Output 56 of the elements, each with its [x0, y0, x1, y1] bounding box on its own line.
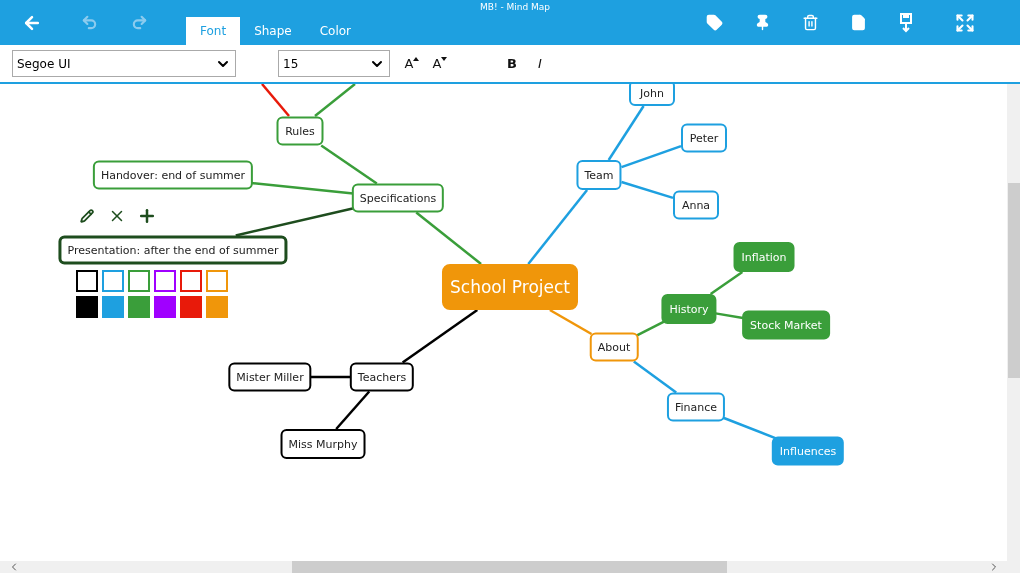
- branch-line: [721, 416, 777, 440]
- branch-line: [310, 375, 351, 379]
- topic-node[interactable]: Presentation: after the end of summer: [58, 235, 288, 265]
- border-color-swatch[interactable]: [180, 270, 202, 292]
- caret-down-icon: [441, 56, 448, 61]
- file-icon: [849, 14, 867, 31]
- topic-node[interactable]: Rules: [276, 116, 324, 146]
- topic-node[interactable]: Peter: [681, 123, 727, 153]
- branch-line: [261, 84, 290, 117]
- border-color-swatch[interactable]: [154, 270, 176, 292]
- topic-node[interactable]: Finance: [666, 392, 726, 422]
- scrollbar-thumb[interactable]: [292, 561, 727, 573]
- topic-node[interactable]: Handover: end of summer: [92, 160, 254, 190]
- fill-color-swatch[interactable]: [180, 296, 202, 318]
- branch-line: [709, 270, 744, 296]
- redo-icon: [130, 14, 148, 31]
- fill-color-swatch[interactable]: [76, 296, 98, 318]
- fill-color-swatch[interactable]: [128, 296, 150, 318]
- topic-node[interactable]: Team: [576, 160, 622, 190]
- border-color-swatch[interactable]: [128, 270, 150, 292]
- fill-color-swatch[interactable]: [102, 296, 124, 318]
- horizontal-scrollbar[interactable]: [0, 561, 1020, 573]
- topic-node[interactable]: Specifications: [351, 183, 445, 213]
- topic-node[interactable]: About: [589, 332, 639, 362]
- border-color-swatch[interactable]: [206, 270, 228, 292]
- topic-node[interactable]: Mister Miller: [228, 362, 312, 392]
- branch-line: [633, 360, 677, 394]
- fill-color-swatch[interactable]: [154, 296, 176, 318]
- save-download-icon: [899, 12, 913, 33]
- trash-icon: [801, 14, 819, 31]
- branch-line: [621, 180, 674, 200]
- caret-up-icon: [413, 56, 420, 61]
- branch-line: [549, 308, 593, 336]
- branch-line: [635, 320, 665, 337]
- topic-node[interactable]: Teachers: [349, 362, 415, 392]
- size-select[interactable]: 15: [278, 50, 390, 77]
- window-title: MB! - Mind Map: [480, 2, 551, 12]
- grow-font-button[interactable]: A: [398, 50, 426, 77]
- topic-node[interactable]: John: [629, 84, 675, 106]
- font-select[interactable]: Segoe UI: [12, 50, 236, 77]
- expand-icon: [955, 12, 975, 33]
- topic-node[interactable]: Anna: [673, 190, 719, 220]
- border-color-swatch[interactable]: [102, 270, 124, 292]
- border-color-swatch[interactable]: [76, 270, 98, 292]
- scrollbar-thumb[interactable]: [1008, 183, 1020, 378]
- branch-line: [415, 211, 482, 265]
- tag-icon: [705, 14, 723, 31]
- vertical-scrollbar[interactable]: [1007, 84, 1020, 561]
- fill-color-swatch[interactable]: [206, 296, 228, 318]
- branch-line: [335, 390, 371, 430]
- branch-line: [314, 84, 356, 117]
- shrink-font-button[interactable]: A: [426, 50, 454, 77]
- undo-icon: [80, 14, 98, 31]
- italic-button[interactable]: I: [526, 50, 554, 77]
- topic-node[interactable]: Miss Murphy: [280, 429, 366, 459]
- bold-button[interactable]: B: [498, 50, 526, 77]
